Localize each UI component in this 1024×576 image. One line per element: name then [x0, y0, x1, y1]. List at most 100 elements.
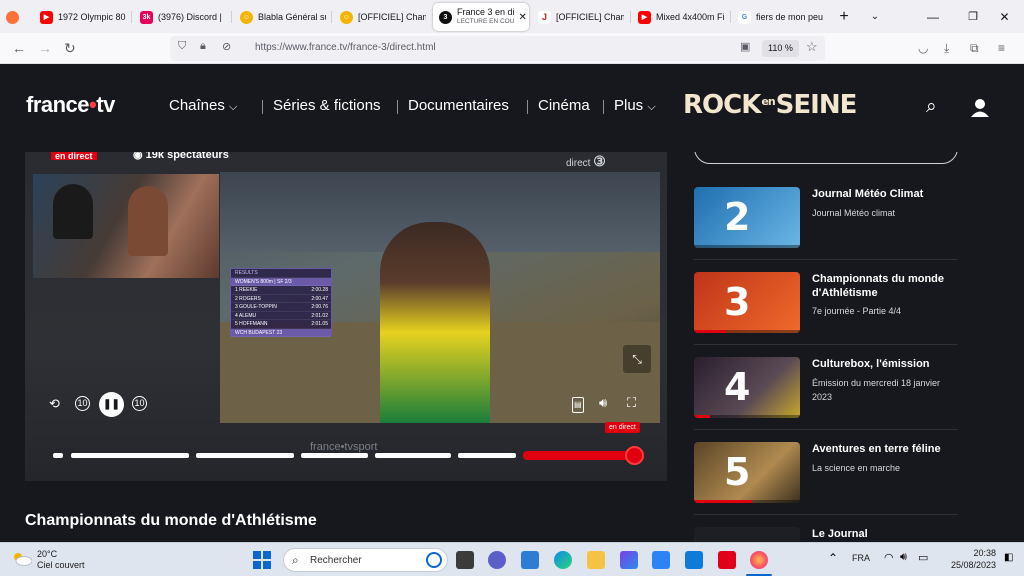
- shield-icon[interactable]: ⛉: [178, 40, 186, 53]
- timeline-segment[interactable]: [71, 453, 189, 458]
- menu-icon[interactable]: ≡: [998, 40, 1005, 56]
- subtitles-icon[interactable]: ▤: [572, 397, 584, 413]
- channel-card-6[interactable]: Le Journal: [694, 527, 958, 542]
- forward-10-icon[interactable]: 10: [132, 396, 147, 411]
- france3-logo-icon: ③: [593, 153, 606, 169]
- explorer-icon[interactable]: [587, 551, 605, 569]
- list-tabs-chevron-icon[interactable]: ⌄: [860, 0, 890, 33]
- sidebar-pill-button[interactable]: [694, 152, 958, 164]
- app-icon[interactable]: [652, 551, 670, 569]
- search-icon[interactable]: ⌕: [926, 96, 937, 118]
- timeline-segment[interactable]: [301, 453, 368, 458]
- bookmark-star-icon[interactable]: ☆: [806, 39, 818, 55]
- volume-icon[interactable]: 🔊︎: [900, 551, 907, 564]
- tab-6[interactable]: J [OFFICIEL] Cham: [538, 3, 624, 31]
- channel-sidebar: 2 Journal Météo Climat Journal Météo cli…: [694, 152, 958, 542]
- mail-icon[interactable]: [685, 551, 703, 569]
- permissions-icon[interactable]: ⊘: [222, 40, 231, 53]
- language-indicator[interactable]: FRA: [852, 553, 870, 563]
- channel-card-5[interactable]: 5 Aventures en terre féline La science e…: [694, 442, 958, 512]
- tab-7[interactable]: ▶ Mixed 4x400m Fi: [638, 3, 724, 31]
- tab-8[interactable]: G fiers de mon peu: [738, 3, 824, 31]
- youtube-icon: ▶: [638, 10, 651, 24]
- cloud-sun-icon: [14, 553, 32, 566]
- rock-en-seine-logo[interactable]: ROCKenSEINE: [683, 90, 857, 120]
- channel-thumbnail: 5: [694, 442, 800, 503]
- tab-1[interactable]: ▶ 1972 Olympic 80: [40, 3, 126, 31]
- forum-icon: ☺: [340, 10, 353, 24]
- pocket-icon[interactable]: ◡: [918, 40, 928, 56]
- task-view-icon[interactable]: [456, 551, 474, 569]
- tlc-app-icon[interactable]: [718, 551, 736, 569]
- taskbar-search[interactable]: ⌕ Rechercher: [283, 548, 448, 572]
- weather-widget[interactable]: 20°C Ciel couvert: [37, 549, 85, 571]
- menu-chaines[interactable]: Chaînes ⌵: [169, 97, 237, 114]
- francetv-logo[interactable]: france•tv: [26, 92, 115, 118]
- menu-documentaires[interactable]: Documentaires: [408, 97, 509, 114]
- notifications-icon[interactable]: ◧: [1004, 552, 1013, 563]
- lock-icon[interactable]: 🔒︎: [200, 40, 206, 53]
- store-icon[interactable]: [521, 551, 539, 569]
- fullscreen-icon[interactable]: ⛶: [627, 396, 636, 410]
- pause-button[interactable]: ❚❚: [99, 392, 124, 417]
- close-window-button[interactable]: ✕: [985, 0, 1024, 33]
- clock[interactable]: 20:38 25/08/2023: [950, 547, 996, 571]
- card-subtitle: 7e journée - Partie 4/4: [812, 306, 902, 316]
- extensions-icon[interactable]: ⧉: [970, 40, 979, 56]
- app-icon[interactable]: [620, 551, 638, 569]
- restart-icon[interactable]: ⟲: [49, 397, 60, 411]
- exit-pip-icon[interactable]: ⤡: [623, 345, 651, 373]
- teams-icon[interactable]: [488, 551, 506, 569]
- url-bar[interactable]: ⛉ 🔒︎ ⊘ https://www.france.tv/france-3/di…: [170, 36, 825, 61]
- rewind-10-icon[interactable]: 10: [75, 396, 90, 411]
- back-icon[interactable]: ←: [12, 40, 26, 56]
- card-subtitle: Journal Météo climat: [812, 208, 896, 218]
- reload-icon[interactable]: ↻: [64, 40, 76, 56]
- timeline-segment[interactable]: [375, 453, 451, 458]
- video-player[interactable]: en direct ◉ 19k spectateurs direct ③ RES…: [25, 152, 667, 481]
- new-tab-button[interactable]: +: [826, 0, 862, 33]
- tab-4[interactable]: ☺ [OFFICIEL] Cham: [340, 3, 426, 31]
- result-name: ALEMU: [238, 312, 257, 319]
- results-row: 1 REEKIE 2:00.28: [231, 286, 331, 295]
- channel-card-4[interactable]: 4 Culturebox, l'émission Émission du mer…: [694, 357, 958, 427]
- channel-thumbnail: 3: [694, 272, 800, 333]
- menu-plus[interactable]: Plus ⌵: [614, 97, 656, 114]
- download-icon[interactable]: ⤓: [944, 40, 949, 56]
- timeline-scrubber[interactable]: [625, 446, 644, 465]
- tab-france3-active[interactable]: 3 France 3 en di LECTURE EN COU ✕: [433, 3, 529, 31]
- wifi-icon[interactable]: ◠: [884, 551, 894, 564]
- timeline-segment[interactable]: [458, 453, 516, 458]
- program-title: Championnats du monde d'Athlétisme: [25, 512, 317, 529]
- battery-icon[interactable]: ▭: [918, 551, 928, 564]
- timeline-segment[interactable]: [53, 453, 63, 458]
- menu-series[interactable]: Séries & fictions: [273, 97, 381, 114]
- live-position-tag: en direct: [605, 422, 640, 433]
- results-overlay: RESULTS WOMEN'S 800m | SF 2/3 1 REEKIE 2…: [230, 268, 332, 337]
- url-text[interactable]: https://www.france.tv/france-3/direct.ht…: [255, 42, 436, 53]
- account-icon[interactable]: [970, 98, 990, 118]
- channel-card-3[interactable]: 3 Championnats du monde d'Athlétisme 7e …: [694, 272, 958, 342]
- firefox-icon[interactable]: [750, 551, 768, 569]
- card-title: Le Journal: [812, 528, 868, 540]
- tab-sublabel: LECTURE EN COU: [457, 18, 515, 25]
- menu-cinema[interactable]: Cinéma: [538, 97, 590, 114]
- timeline-segment[interactable]: [196, 453, 294, 458]
- firefox-menu-icon[interactable]: [6, 3, 24, 31]
- close-tab-icon[interactable]: ✕: [519, 12, 527, 23]
- volume-icon[interactable]: 🔊︎: [599, 396, 607, 410]
- channel-direct-mark: direct ③: [566, 153, 606, 170]
- france3-icon: 3: [439, 10, 452, 24]
- timeline-live-segment[interactable]: [523, 451, 635, 460]
- edge-icon[interactable]: [554, 551, 572, 569]
- windows-start-icon[interactable]: [253, 551, 271, 569]
- zoom-level[interactable]: 110 %: [762, 40, 799, 57]
- channel-card-2[interactable]: 2 Journal Météo Climat Journal Météo cli…: [694, 187, 958, 257]
- forward-icon[interactable]: →: [38, 40, 52, 56]
- tab-3[interactable]: ☺ Blabla Général su: [240, 3, 326, 31]
- reader-view-icon[interactable]: ▣: [740, 40, 750, 53]
- card-title: Culturebox, l'émission: [812, 358, 930, 370]
- chevron-up-icon[interactable]: ⌃: [828, 551, 838, 565]
- tab-2[interactable]: 3k (3976) Discord |: [140, 3, 226, 31]
- youtube-icon: ▶: [40, 10, 53, 24]
